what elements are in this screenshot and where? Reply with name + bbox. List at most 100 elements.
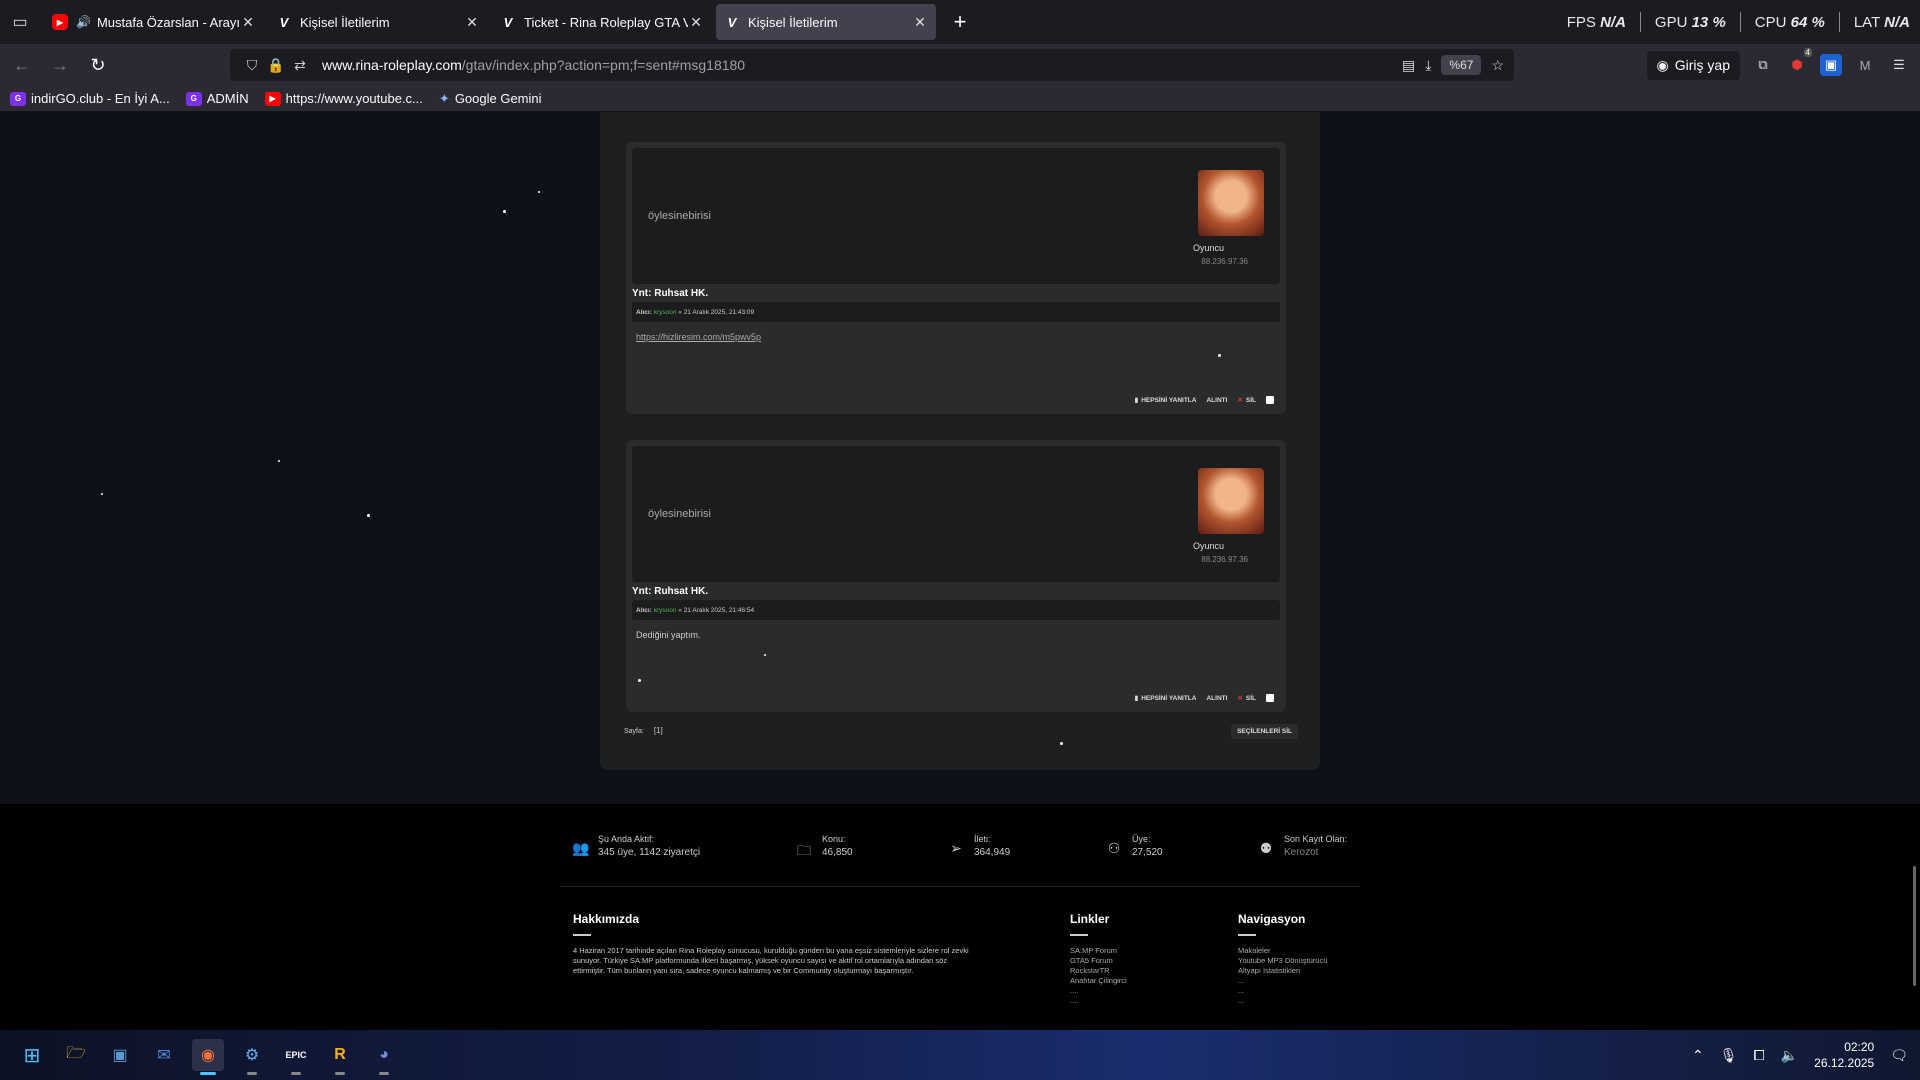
footer-link[interactable]: RockstarTR: [1070, 966, 1127, 976]
message-body-link[interactable]: https://hizliresim.com/m5pwv5p: [636, 332, 761, 342]
scrollbar-thumb[interactable]: [1913, 866, 1916, 986]
tab-bar: ▭ ▶ 🔊 Mustafa Özarslan - Arayı Aç ✕ V Ki…: [0, 0, 1920, 44]
extension-badge: 4: [1803, 48, 1812, 57]
close-icon[interactable]: ✕: [912, 14, 928, 31]
volume-icon[interactable]: 🔈: [1781, 1047, 1798, 1064]
delete-selected-button[interactable]: SEÇİLENLERİ SİL: [1231, 724, 1298, 739]
reload-icon[interactable]: ↻: [82, 49, 114, 81]
bookmark-star-icon[interactable]: ☆: [1491, 57, 1504, 74]
windows-start-icon[interactable]: ⊞: [16, 1039, 48, 1071]
select-checkbox[interactable]: [1266, 396, 1274, 404]
permissions-icon[interactable]: ⇄: [288, 57, 312, 74]
users-icon: 👥: [572, 840, 590, 856]
reply-all-button[interactable]: ▮ HEPSİNİ YANITLA: [1134, 396, 1197, 405]
gemini-icon: ✦: [438, 90, 450, 106]
quote-button[interactable]: ALINTI: [1206, 695, 1227, 702]
footer-link[interactable]: ....: [1070, 986, 1127, 996]
tab-ticket[interactable]: V Ticket - Rina Roleplay GTA V | w ✕: [492, 4, 712, 40]
recipient-link[interactable]: krysoon: [654, 309, 677, 316]
bookmark-indirgo[interactable]: G indirGO.club - En İyi A...: [10, 91, 170, 106]
bookmark-youtube[interactable]: ▶ https://www.youtube.c...: [264, 91, 423, 106]
url-text[interactable]: www.rina-roleplay.com/gtav/index.php?act…: [322, 57, 745, 73]
chevron-up-icon[interactable]: ⌃: [1692, 1047, 1704, 1064]
bookmark-gemini[interactable]: ✦ Google Gemini: [439, 91, 542, 107]
bookmark-admin[interactable]: G ADMİN: [185, 91, 249, 106]
select-checkbox[interactable]: [1266, 694, 1274, 702]
stat-value: 27,520: [1132, 847, 1163, 858]
recipient-link[interactable]: krysoon: [654, 607, 677, 614]
delete-button[interactable]: ✕ SİL: [1237, 694, 1256, 703]
tab-messages-active[interactable]: V Kişisel İletilerim ✕: [716, 4, 936, 40]
rockstar-icon[interactable]: R: [324, 1039, 356, 1075]
extensions-icon[interactable]: ⧉: [1752, 54, 1774, 76]
user-plus-icon: ⚉: [1259, 840, 1273, 856]
tab-list-icon[interactable]: ▭: [0, 0, 40, 44]
gear-app-icon[interactable]: ⚙: [236, 1039, 268, 1075]
sender-name[interactable]: öylesinebirisi: [648, 508, 711, 520]
pager-label: Sayfa:: [624, 728, 644, 735]
stat-label: Şu Anda Aktif:: [598, 834, 655, 844]
avatar[interactable]: [1198, 468, 1264, 534]
mail-icon[interactable]: ✉: [148, 1039, 180, 1071]
address-bar[interactable]: ⛉ 🔒 ⇄ www.rina-roleplay.com/gtav/index.p…: [230, 49, 1514, 81]
forum-stats: 👥 Şu Anda Aktif: 345 üye, 1142 ziyaretçi …: [572, 834, 1352, 868]
cpu-label: CPU: [1754, 13, 1787, 31]
avatar[interactable]: [1198, 170, 1264, 236]
navigation-title: Navigasyon: [1238, 912, 1306, 926]
footer-link[interactable]: GTA5 Forum: [1070, 956, 1127, 966]
download-icon[interactable]: ⤓: [1425, 57, 1431, 74]
pager-current[interactable]: [1]: [654, 726, 663, 735]
network-icon[interactable]: ⧠: [1754, 1047, 1765, 1064]
extension-m-icon[interactable]: M: [1854, 54, 1876, 76]
app-icon[interactable]: ▣: [104, 1039, 136, 1071]
footer-link[interactable]: Altyapı İstatistikleri: [1238, 966, 1327, 976]
divider: [1739, 12, 1741, 32]
footer-link[interactable]: Anahtar Çilingirci: [1070, 976, 1127, 986]
new-tab-button[interactable]: +: [942, 4, 978, 40]
reader-view-icon[interactable]: ▤: [1402, 57, 1415, 74]
footer-link[interactable]: Youtube MP3 Dönüştürücü: [1238, 956, 1327, 966]
footer-link[interactable]: ...: [1238, 986, 1327, 996]
reply-all-button[interactable]: ▮ HEPSİNİ YANITLA: [1135, 694, 1197, 703]
taskbar: ⊞ 🗁 ▣ ✉ ◉ ⚙ EPIC R ◕ ⌃ 🎙 ⧠ 🔈 02:20 26.12…: [0, 1030, 1920, 1080]
shield-icon[interactable]: ⛉: [240, 57, 264, 74]
footer-link[interactable]: ...: [1238, 996, 1327, 1006]
reply-all-label: HEPSİNİ YANITLA: [1141, 396, 1197, 404]
stat-members: ⚇ Üye: 27,520: [1106, 834, 1163, 858]
firefox-icon[interactable]: ◉: [192, 1039, 224, 1075]
login-button[interactable]: ◉ Giriş yap: [1646, 50, 1740, 80]
document-icon: ▮: [1134, 397, 1139, 404]
delete-label: SİL: [1245, 396, 1256, 404]
footer-link[interactable]: SA:MP Forum: [1070, 946, 1127, 956]
send-icon: ➢: [950, 840, 962, 856]
close-icon[interactable]: ✕: [688, 14, 704, 31]
menu-icon[interactable]: ☰: [1888, 54, 1910, 76]
epic-games-icon[interactable]: EPIC: [280, 1039, 312, 1075]
delete-button[interactable]: ✕ SİL: [1237, 396, 1256, 405]
sender-name[interactable]: öylesinebirisi: [648, 210, 711, 222]
tab-messages[interactable]: V Kişisel İletilerim ✕: [268, 4, 488, 40]
clock[interactable]: 02:20 26.12.2025: [1814, 1039, 1874, 1071]
delete-x-icon: ✕: [1237, 397, 1243, 404]
close-icon[interactable]: ✕: [464, 14, 480, 31]
meta-date: « 21 Aralık 2025, 21:46:54: [676, 607, 755, 614]
lock-icon[interactable]: 🔒: [264, 57, 288, 74]
notifications-icon[interactable]: 🗨: [1890, 1047, 1908, 1064]
close-icon[interactable]: ✕: [240, 14, 256, 31]
tab-youtube[interactable]: ▶ 🔊 Mustafa Özarslan - Arayı Aç ✕: [44, 4, 264, 40]
microphone-icon[interactable]: 🎙: [1720, 1047, 1738, 1064]
quote-button[interactable]: ALINTI: [1206, 397, 1227, 404]
speaker-icon[interactable]: 🔊: [76, 15, 91, 29]
discord-icon[interactable]: ◕: [368, 1039, 400, 1075]
footer-link[interactable]: ....: [1070, 996, 1127, 1006]
ublock-icon[interactable]: ⬢ 4: [1786, 48, 1812, 76]
newest-member-link[interactable]: Kerozot: [1284, 847, 1347, 858]
forward-icon[interactable]: →: [44, 49, 76, 81]
footer-link[interactable]: Makaleler: [1238, 946, 1327, 956]
zoom-level[interactable]: %67: [1441, 55, 1482, 75]
site-footer: 👥 Şu Anda Aktif: 345 üye, 1142 ziyaretçi …: [0, 804, 1920, 1030]
footer-link[interactable]: ...: [1238, 976, 1327, 986]
translate-icon[interactable]: ▣: [1820, 54, 1842, 76]
back-icon[interactable]: ←: [6, 49, 38, 81]
file-explorer-icon[interactable]: 🗁: [60, 1039, 92, 1071]
